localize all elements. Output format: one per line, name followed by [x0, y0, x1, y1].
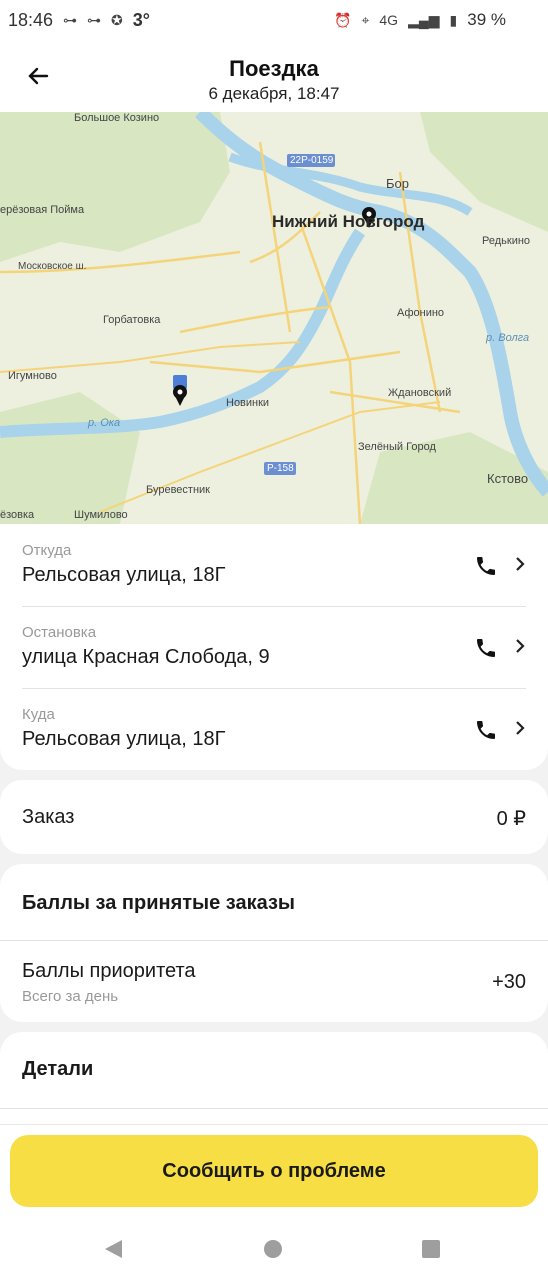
map-label: Редькино: [482, 235, 531, 247]
map-city-label: Нижний Новгород: [272, 212, 425, 231]
route-row-to[interactable]: Куда Рельсовая улица, 18Г: [0, 688, 548, 770]
system-nav-bar: [0, 1218, 548, 1280]
page-title: Поездка: [229, 56, 319, 81]
status-bar: 18:46 ⊶ ⊶ ✪ 3° ⏰ ⌖ 4G ▂▄▆ ▮ 39 %: [0, 0, 548, 40]
route-label: Куда: [22, 706, 55, 723]
route-address: улица Красная Слобода, 9: [22, 646, 270, 668]
priority-value: +30: [492, 971, 526, 993]
route-address: Рельсовая улица, 18Г: [22, 564, 226, 586]
points-title: Баллы за принятые заказы: [22, 892, 295, 914]
map-label: Зелёный Город: [358, 441, 436, 453]
phone-icon[interactable]: [474, 636, 498, 660]
route-row-from[interactable]: Откуда Рельсовая улица, 18Г: [0, 524, 548, 606]
map-label: Горбатовка: [103, 314, 161, 326]
route-map[interactable]: Большое Козино 22Р-0159 Бор ерёзовая Пой…: [0, 112, 548, 524]
nav-home-icon[interactable]: [260, 1236, 286, 1262]
map-label: Игумново: [8, 370, 57, 382]
map-road-label: Р-158: [267, 463, 294, 474]
phone-icon[interactable]: [474, 554, 498, 578]
priority-label: Баллы приоритета: [22, 960, 196, 982]
map-label: ерёзовая Пойма: [0, 204, 85, 216]
bottom-panel: Сообщить о проблеме: [0, 1124, 548, 1219]
app-header: Поездка 6 декабря, 18:47: [0, 40, 548, 112]
location-icon: ⌖: [361, 11, 370, 28]
map-label: Московское ш.: [18, 261, 87, 272]
points-card: Баллы за принятые заказы Баллы приоритет…: [0, 864, 548, 1022]
details-title: Детали: [22, 1058, 94, 1080]
map-label: Афонино: [397, 307, 445, 319]
chevron-right-icon: [516, 721, 525, 735]
map-label: Ждановский: [388, 387, 452, 399]
route-label: Откуда: [22, 542, 72, 559]
trip-date: 6 декабря, 18:47: [208, 84, 340, 103]
map-label: ёзовка: [0, 509, 35, 521]
divider: [0, 940, 548, 941]
order-price: 0 ₽: [496, 808, 526, 830]
battery-level: 39 %: [467, 10, 506, 29]
map-label: р. Ока: [88, 417, 121, 429]
map-label: Буревестник: [146, 484, 210, 496]
map-label: Большое Козино: [74, 112, 160, 124]
priority-hint: Всего за день: [22, 988, 119, 1005]
chevron-right-icon: [516, 639, 525, 653]
status-time: 18:46: [8, 9, 54, 30]
report-problem-button[interactable]: Сообщить о проблеме: [10, 1135, 538, 1207]
map-label: Новинки: [226, 397, 270, 409]
map-label: Бор: [386, 176, 409, 191]
map-label: р. Волга: [486, 332, 530, 344]
order-label: Заказ: [22, 806, 75, 828]
network-indicator: 4G: [379, 12, 399, 28]
phone-icon[interactable]: [474, 718, 498, 742]
divider: [0, 1108, 548, 1109]
weather-icon: ✪: [111, 11, 123, 28]
alarm-icon: ⏰: [334, 11, 352, 28]
key-icon: ⊶: [63, 11, 78, 28]
chevron-right-icon: [516, 557, 525, 571]
route-address: Рельсовая улица, 18Г: [22, 728, 226, 750]
order-card: Заказ 0 ₽: [0, 780, 548, 854]
nav-recents-icon[interactable]: [418, 1236, 444, 1262]
map-label: Шумилово: [74, 509, 128, 521]
nav-back-icon[interactable]: [100, 1236, 126, 1262]
route-card: Откуда Рельсовая улица, 18Г Остановка ул…: [0, 524, 548, 770]
battery-icon: ▮: [449, 11, 458, 28]
signal-icon: ▂▄▆: [408, 11, 440, 28]
map-road-label: 22Р-0159: [290, 155, 334, 166]
map-label: Кстово: [487, 471, 529, 486]
key-icon: ⊶: [87, 11, 102, 28]
details-card[interactable]: Детали: [0, 1032, 548, 1132]
status-temperature: 3°: [132, 9, 150, 30]
route-label: Остановка: [22, 624, 97, 641]
route-row-stop[interactable]: Остановка улица Красная Слобода, 9: [0, 606, 548, 688]
